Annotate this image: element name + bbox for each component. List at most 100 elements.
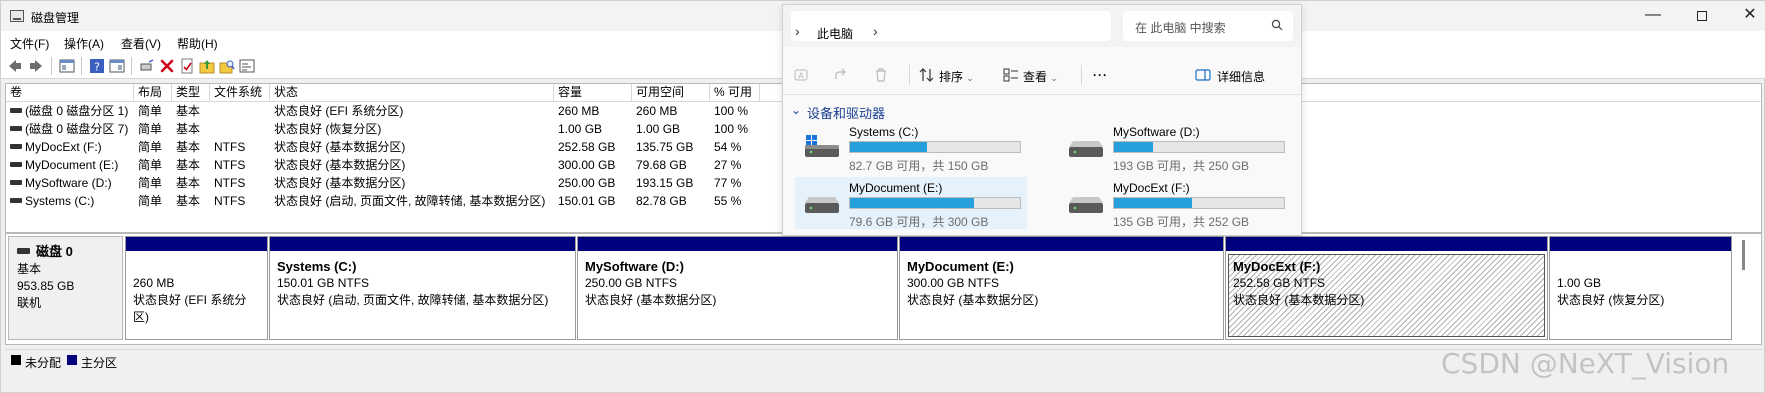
- free-space-cell: 135.75 GB: [636, 140, 694, 154]
- free-space-cell: 193.15 GB: [636, 176, 694, 190]
- volume-name: MySoftware (D:): [25, 176, 112, 190]
- partition-size: 252.58 GB NTFS: [1233, 276, 1326, 290]
- filesystem-cell: [210, 102, 270, 120]
- column-header-filesystem[interactable]: 文件系统: [210, 84, 270, 102]
- chevron-down-icon: ⌄: [1050, 73, 1058, 83]
- column-header-volume[interactable]: 卷: [6, 84, 134, 102]
- free-space-cell: 79.68 GB: [636, 158, 687, 172]
- checkmark-document-icon[interactable]: [179, 58, 195, 74]
- partition-mysoftware-d[interactable]: MySoftware (D:) 250.00 GB NTFS 状态良好 (基本数…: [577, 236, 898, 340]
- details-pane-icon[interactable]: [1195, 67, 1211, 83]
- chevron-down-icon[interactable]: ⌄: [791, 103, 801, 117]
- disk-0-label[interactable]: 磁盘 0 基本 953.85 GB 联机: [8, 236, 123, 340]
- disk-status: 联机: [17, 296, 42, 310]
- partition-efi[interactable]: 260 MB 状态良好 (EFI 系统分区): [125, 236, 268, 340]
- partition-size: 300.00 GB NTFS: [907, 276, 1000, 290]
- column-header-status[interactable]: 状态: [270, 84, 554, 102]
- maximize-icon: [1697, 11, 1707, 21]
- drive-tile[interactable]: MySoftware (D:) 193 GB 可用，共 250 GB: [1059, 121, 1291, 173]
- menu-action[interactable]: 操作(A): [64, 35, 104, 52]
- disk-icon: [17, 248, 30, 255]
- status-cell: 状态良好 (基本数据分区): [274, 158, 406, 172]
- partition-recovery[interactable]: 1.00 GB 状态良好 (恢复分区): [1549, 236, 1732, 340]
- delete-icon[interactable]: [159, 58, 175, 74]
- volume-name: MyDocExt (F:): [25, 140, 102, 154]
- console-tree-icon[interactable]: [59, 58, 75, 74]
- layout-cell: 简单: [138, 194, 163, 208]
- svg-text:?: ?: [94, 61, 100, 74]
- partition-body: MySoftware (D:) 250.00 GB NTFS 状态良好 (基本数…: [580, 254, 895, 337]
- delete-trash-icon[interactable]: [873, 67, 889, 83]
- breadcrumb-this-pc[interactable]: 此电脑: [817, 25, 853, 42]
- chevron-down-icon: ⌄: [966, 73, 974, 83]
- help-icon[interactable]: ?: [89, 58, 105, 74]
- chevron-right-icon[interactable]: ›: [795, 23, 800, 39]
- partition-status: 状态良好 (恢复分区): [1557, 293, 1665, 307]
- details-button[interactable]: 详细信息: [1217, 68, 1265, 85]
- section-devices-drives[interactable]: 设备和驱动器: [807, 103, 885, 122]
- filesystem-cell: NTFS: [214, 158, 246, 172]
- disk-graphical-view: 磁盘 0 基本 953.85 GB 联机 260 MB 状态良好 (EFI 系统…: [5, 233, 1762, 345]
- search-icon[interactable]: [1271, 19, 1283, 31]
- view-icon[interactable]: [1003, 67, 1019, 83]
- share-icon[interactable]: [833, 67, 849, 83]
- view-button[interactable]: 查看 ⌄: [1023, 68, 1058, 85]
- primary-partition-bar: [126, 237, 267, 251]
- drive-tile[interactable]: MyDocExt (F:) 135 GB 可用，共 252 GB: [1059, 177, 1291, 229]
- forward-arrow-icon[interactable]: [28, 58, 44, 74]
- volume-name: MyDocument (E:): [25, 158, 119, 172]
- menu-file[interactable]: 文件(F): [10, 35, 49, 52]
- column-header-percent-free[interactable]: % 可用: [710, 84, 760, 102]
- drive-tile[interactable]: Systems (C:) 82.7 GB 可用，共 150 GB: [795, 121, 1027, 173]
- more-options-button[interactable]: ···: [1093, 68, 1108, 82]
- capacity-cell: 1.00 GB: [558, 122, 603, 136]
- close-button[interactable]: ✕: [1736, 5, 1764, 27]
- capacity-cell: 300.00 GB: [558, 158, 616, 172]
- properties-panel-icon[interactable]: [109, 58, 125, 74]
- toolbar-separator: [131, 57, 132, 75]
- volume-name: Systems (C:): [25, 194, 95, 208]
- rename-icon[interactable]: A: [793, 67, 809, 83]
- partition-status: 状态良好 (基本数据分区): [907, 293, 1039, 307]
- sort-button[interactable]: 排序 ⌄: [939, 68, 974, 85]
- partition-systems-c[interactable]: Systems (C:) 150.01 GB NTFS 状态良好 (启动, 页面…: [269, 236, 576, 340]
- type-cell: 基本: [176, 176, 201, 190]
- drive-usage-bar: [849, 197, 1021, 209]
- watermark: CSDN @NeXT_Vision: [1441, 347, 1730, 380]
- legend-unallocated: 未分配: [25, 356, 62, 370]
- volume-icon: [10, 108, 22, 114]
- minimize-button[interactable]: —: [1639, 5, 1667, 27]
- vertical-scrollbar[interactable]: [1742, 240, 1745, 270]
- sort-label: 排序: [939, 70, 964, 84]
- folder-up-icon[interactable]: [199, 58, 215, 74]
- search-folder-icon[interactable]: [219, 58, 235, 74]
- partition-status: 状态良好 (基本数据分区): [1233, 293, 1365, 307]
- column-header-layout[interactable]: 布局: [134, 84, 172, 102]
- partition-mydocext-f[interactable]: MyDocExt (F:) 252.58 GB NTFS 状态良好 (基本数据分…: [1225, 236, 1548, 340]
- partition-name: [1557, 258, 1724, 275]
- search-box[interactable]: 在 此电脑 中搜索: [1123, 11, 1293, 41]
- capacity-cell: 150.01 GB: [558, 194, 616, 208]
- chevron-right-icon[interactable]: ›: [873, 23, 878, 39]
- address-bar[interactable]: › 此电脑 ›: [791, 11, 1111, 41]
- column-header-type[interactable]: 类型: [172, 84, 210, 102]
- menu-view[interactable]: 查看(V): [121, 35, 161, 52]
- menu-help[interactable]: 帮助(H): [177, 35, 218, 52]
- settings-window-icon[interactable]: [239, 58, 255, 74]
- percent-free-cell: 100 %: [714, 104, 749, 118]
- sort-icon[interactable]: [919, 67, 935, 83]
- column-header-capacity[interactable]: 容量: [554, 84, 632, 102]
- connect-icon[interactable]: [139, 58, 155, 74]
- primary-partition-bar: [578, 237, 897, 251]
- maximize-button[interactable]: [1688, 5, 1716, 27]
- column-header-free-space[interactable]: 可用空间: [632, 84, 710, 102]
- back-arrow-icon[interactable]: [7, 58, 23, 74]
- percent-free-cell: 55 %: [714, 194, 742, 208]
- partition-mydocument-e[interactable]: MyDocument (E:) 300.00 GB NTFS 状态良好 (基本数…: [899, 236, 1224, 340]
- volume-cell: Systems (C:): [6, 192, 134, 210]
- status-cell: 状态良好 (启动, 页面文件, 故障转储, 基本数据分区): [274, 194, 546, 208]
- hard-drive-icon: [805, 197, 839, 213]
- volume-cell: (磁盘 0 磁盘分区 7): [6, 120, 134, 138]
- drive-tile-selected[interactable]: MyDocument (E:) 79.6 GB 可用，共 300 GB: [795, 177, 1027, 229]
- file-explorer-window: › 此电脑 › 在 此电脑 中搜索 A 排序 ⌄ 查看 ⌄ ··· 详细信息 ⌄…: [782, 4, 1302, 236]
